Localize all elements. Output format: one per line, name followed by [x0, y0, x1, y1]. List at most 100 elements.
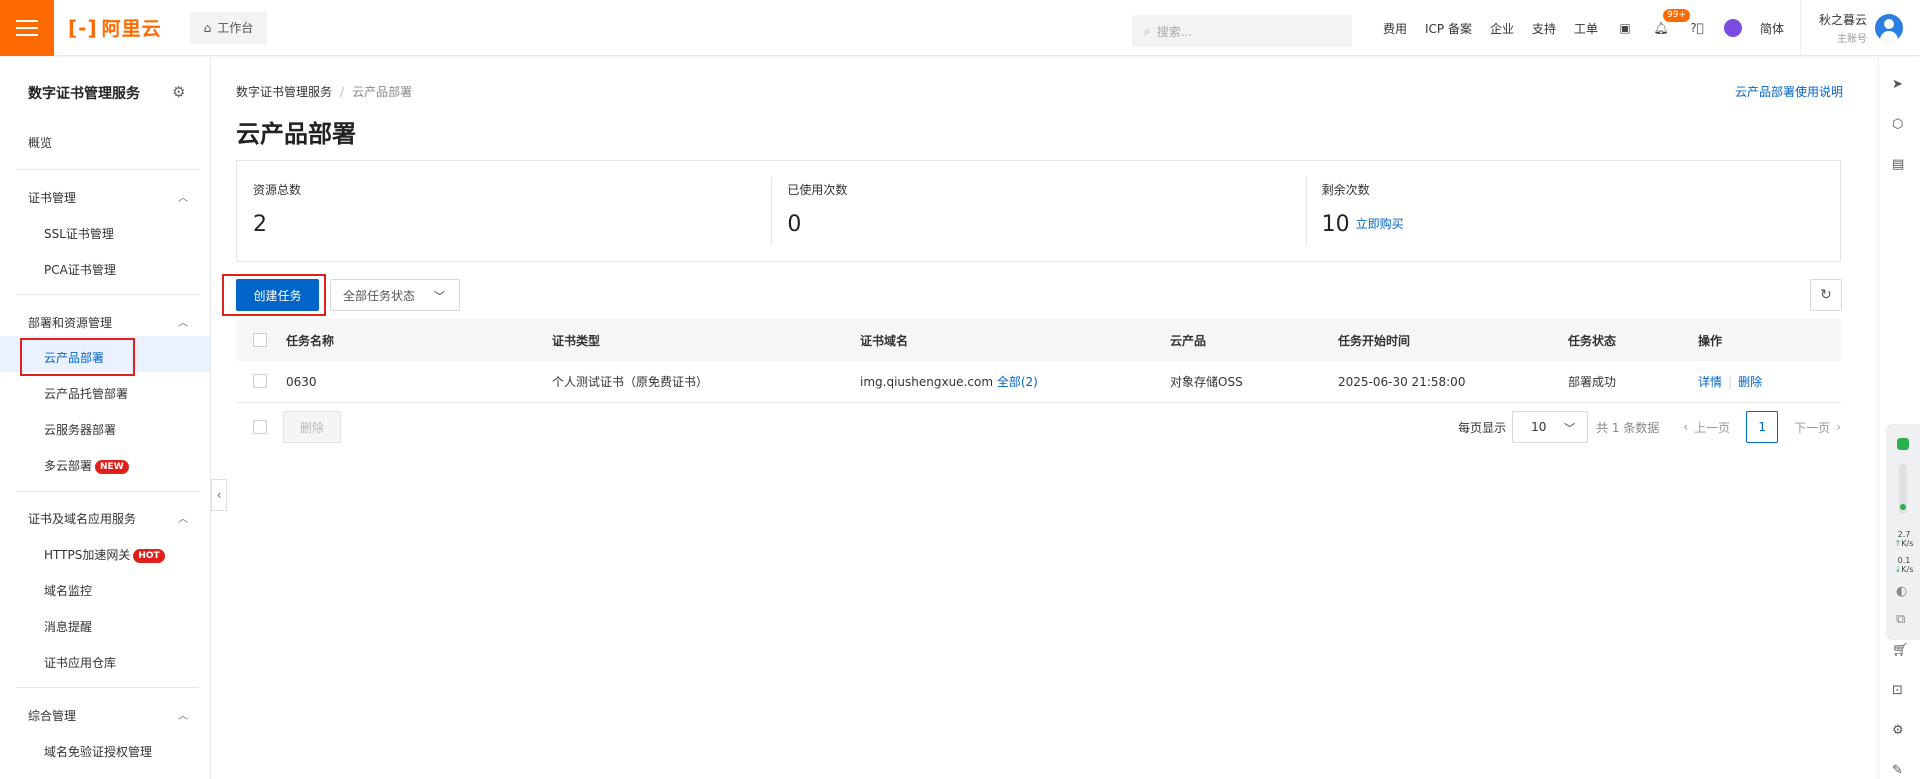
nav-ticket[interactable]: 工单 — [1565, 20, 1607, 37]
document-icon[interactable]: ▤ — [1892, 157, 1904, 172]
task-name: 0630 — [286, 374, 317, 389]
sidebar-group-label: 证书及域名应用服务 — [28, 512, 137, 526]
cart-icon[interactable]: 🛒︎ — [1892, 643, 1909, 658]
sidebar-item-cert-repo[interactable]: 证书应用仓库 — [44, 654, 116, 671]
stat-value: 2 — [253, 212, 267, 237]
help-doc-link[interactable]: 云产品部署使用说明 — [1735, 83, 1843, 100]
delete-link[interactable]: 删除 — [1738, 375, 1762, 389]
sidebar-item-domain-monitor[interactable]: 域名监控 — [44, 582, 92, 599]
task-status-select[interactable]: 全部任务状态 ﹀ — [330, 279, 460, 311]
edit-icon[interactable]: ✎ — [1892, 763, 1903, 778]
search-input[interactable]: ⌕ 搜索... — [1132, 15, 1352, 47]
sidebar-group-label: 证书管理 — [28, 191, 77, 205]
assistant-icon[interactable] — [1715, 19, 1751, 37]
search-placeholder: 搜索... — [1156, 24, 1193, 39]
next-page-button[interactable]: 下一页 › — [1794, 419, 1841, 436]
nav-icp[interactable]: ICP 备案 — [1416, 20, 1481, 37]
task-table: 任务名称 证书类型 证书域名 云产品 任务开始时间 任务状态 操作 0630 个… — [236, 319, 1841, 403]
start-time: 2025-06-30 21:58:00 — [1338, 374, 1466, 389]
chevron-down-icon: ﹀ — [434, 290, 445, 303]
stat-remaining: 剩余次数 10 立即购买 — [1305, 161, 1840, 261]
stat-used: 已使用次数 0 — [771, 161, 1305, 261]
total-count: 共 1 条数据 — [1596, 420, 1660, 435]
table-header: 任务名称 证书类型 证书域名 云产品 任务开始时间 任务状态 操作 — [236, 319, 1841, 361]
stat-label: 剩余次数 — [1321, 183, 1370, 197]
sidebar-divider — [16, 491, 199, 492]
settings-icon[interactable]: ⚙ — [1892, 723, 1904, 738]
current-page[interactable]: 1 — [1746, 411, 1779, 443]
page-size-select[interactable]: 10 ﹀ — [1512, 411, 1589, 443]
terminal-icon[interactable]: ▣ — [1607, 21, 1643, 35]
col-status: 任务状态 — [1568, 333, 1617, 348]
stats-panel: 资源总数 2 已使用次数 0 剩余次数 10 立即购买 — [236, 160, 1841, 262]
prev-page-button[interactable]: ‹ 上一页 — [1683, 419, 1730, 436]
chevron-up-icon: ︿ — [178, 514, 188, 525]
stat-total: 资源总数 2 — [237, 161, 771, 261]
refresh-button[interactable]: ↻ — [1810, 279, 1842, 311]
aliyun-logo[interactable]: [-] 阿里云 — [68, 14, 162, 41]
cube-icon[interactable]: ⬡ — [1892, 117, 1903, 132]
chevron-left-icon: ‹ — [216, 488, 222, 502]
detail-link[interactable]: 详情 — [1698, 375, 1722, 389]
language-switch[interactable]: 简体 — [1751, 20, 1793, 37]
sidebar-item-domain-auth[interactable]: 域名免验证授权管理 — [44, 743, 152, 760]
cert-type: 个人测试证书（原免费证书） — [552, 375, 709, 389]
sidebar-item-ssl[interactable]: SSL证书管理 — [44, 225, 114, 242]
sidebar-group-deploy[interactable]: 部署和资源管理 ︿ — [28, 314, 188, 331]
stat-value: 0 — [787, 212, 802, 237]
sidebar-collapse-button[interactable]: ‹ — [211, 479, 227, 511]
gear-icon[interactable]: ⚙ — [172, 83, 185, 101]
breadcrumb-parent[interactable]: 数字证书管理服务 — [236, 85, 332, 99]
table-footer: 删除 每页显示 10 ﹀ 共 1 条数据 ‹ 上一页 1 下一页 › — [236, 411, 1841, 443]
chevron-down-icon: ﹀ — [1564, 422, 1576, 435]
nav-billing[interactable]: 费用 — [1374, 20, 1416, 37]
swirl-icon[interactable]: ◐ — [1896, 584, 1907, 599]
row-checkbox[interactable] — [253, 374, 267, 388]
billing-icon[interactable]: ⊡ — [1892, 683, 1903, 698]
stat-label: 资源总数 — [253, 183, 302, 197]
col-task-name: 任务名称 — [286, 333, 335, 348]
sidebar-item-overview[interactable]: 概览 — [28, 134, 52, 151]
pagination: 每页显示 10 ﹀ 共 1 条数据 ‹ 上一页 1 下一页 › — [1458, 411, 1841, 443]
sidebar-item-hosted-deploy[interactable]: 云产品托管部署 — [44, 385, 128, 402]
workbench-button[interactable]: ⌂ 工作台 — [189, 11, 268, 44]
user-menu[interactable]: 秋之暮云 主账号 — [1800, 0, 1920, 56]
create-task-button[interactable]: 创建任务 — [236, 279, 319, 311]
sidebar-group-domain-services[interactable]: 证书及域名应用服务 ︿ — [28, 510, 188, 527]
help-icon[interactable]: ?⃝ — [1679, 21, 1715, 35]
buy-now-link[interactable]: 立即购买 — [1356, 217, 1404, 231]
footer-select-all-checkbox[interactable] — [253, 420, 267, 434]
network-speed-widget[interactable]: 2.7 ↑K/s 0.1 ↓K/s ◐ ⧉ — [1886, 424, 1920, 640]
search-icon: ⌕ — [1144, 23, 1151, 38]
sidebar-item-server-deploy[interactable]: 云服务器部署 — [44, 421, 116, 438]
sidebar-group-cert-management[interactable]: 证书管理 ︿ — [28, 189, 188, 206]
nav-support[interactable]: 支持 — [1523, 20, 1565, 37]
cursor-icon[interactable]: ➤ — [1892, 77, 1903, 92]
sidebar-item-https-gateway[interactable]: HTTPS加速网关 HOT — [44, 546, 165, 563]
sidebar: 数字证书管理服务 ⚙ 概览 证书管理 ︿ SSL证书管理 PCA证书管理 部署和… — [0, 57, 211, 779]
workbench-label: 工作台 — [217, 21, 254, 35]
sidebar-item-multicloud-deploy[interactable]: 多云部署 NEW — [44, 457, 129, 474]
select-all-checkbox[interactable] — [253, 333, 267, 347]
batch-delete-button[interactable]: 删除 — [283, 411, 341, 443]
page-title: 云产品部署 — [236, 120, 356, 148]
user-name: 秋之暮云 — [1819, 13, 1868, 27]
sidebar-item-pca[interactable]: PCA证书管理 — [44, 261, 116, 278]
chevron-left-icon: ‹ — [1683, 420, 1689, 434]
bell-icon[interactable]: 🔔︎ 99+ — [1643, 9, 1691, 35]
sidebar-group-general[interactable]: 综合管理 ︿ — [28, 707, 188, 724]
user-role: 主账号 — [1837, 34, 1868, 45]
avatar[interactable] — [1875, 14, 1904, 42]
chevron-right-icon: › — [1836, 420, 1841, 434]
sidebar-item-notification[interactable]: 消息提醒 — [44, 618, 92, 635]
task-status: 部署成功 — [1568, 375, 1617, 389]
hamburger-menu-button[interactable] — [0, 0, 54, 56]
sidebar-item-cloud-deploy[interactable]: 云产品部署 — [44, 349, 104, 366]
speed-bar — [1899, 464, 1907, 514]
screenshot-icon[interactable]: ⧉ — [1896, 612, 1905, 627]
page-size-value: 10 — [1531, 420, 1547, 434]
domain-all-link[interactable]: 全部(2) — [997, 375, 1038, 389]
cert-domain-cell: img.qiushengxue.com 全部(2) — [860, 373, 1038, 390]
nav-enterprise[interactable]: 企业 — [1481, 20, 1523, 37]
stat-value: 10 — [1321, 212, 1350, 237]
